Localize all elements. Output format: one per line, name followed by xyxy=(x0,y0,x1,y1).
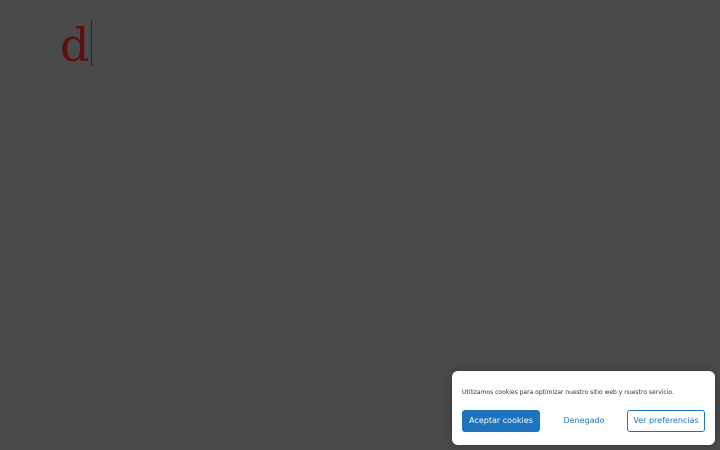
site-logo[interactable]: d xyxy=(60,18,93,72)
logo-bar xyxy=(91,20,93,66)
logo-letter: d xyxy=(60,18,90,72)
deny-cookies-button[interactable]: Denegado xyxy=(554,410,614,432)
view-preferences-button[interactable]: Ver preferencias xyxy=(627,410,705,432)
page: d Utilizamos cookies para optimizar nues… xyxy=(0,0,720,450)
cookie-banner: Utilizamos cookies para optimizar nuestr… xyxy=(452,371,715,445)
accept-cookies-button[interactable]: Aceptar cookies xyxy=(462,410,540,432)
cookie-message: Utilizamos cookies para optimizar nuestr… xyxy=(462,389,674,396)
